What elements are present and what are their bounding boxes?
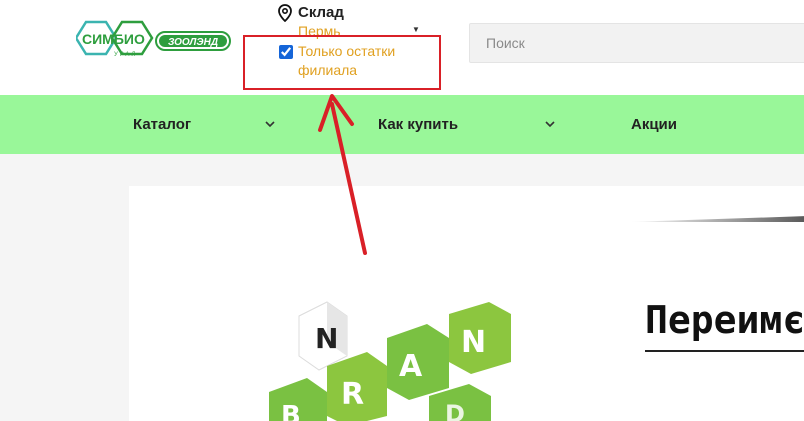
nav-item-how-to-buy[interactable]: Как купить (378, 95, 458, 154)
caret-down-icon[interactable]: ▼ (412, 25, 420, 34)
cube-letter: D (445, 400, 465, 421)
company-logo[interactable]: СИМБИО УРАЛ ЗООЛЭНД (76, 18, 232, 66)
main-nav: Каталог Как купить Акции (0, 95, 804, 154)
search-input[interactable] (469, 23, 804, 63)
cube-a: A (387, 324, 449, 400)
banner-title: Переимє (645, 298, 804, 342)
logo-partner-text: ЗООЛЭНД (168, 37, 218, 48)
logo-sub-text: УРАЛ (114, 52, 137, 58)
map-pin-icon (278, 4, 292, 22)
brand-cubes-image: N B R A N D (269, 301, 511, 421)
nav-item-catalog[interactable]: Каталог (133, 95, 191, 154)
cube-letter: R (341, 377, 364, 412)
cube-letter: N (461, 325, 486, 360)
logo-main-text: СИМБИО (82, 31, 145, 47)
cube-b: B (269, 378, 327, 421)
cube-letter: A (399, 349, 423, 384)
banner-title-underline (645, 350, 804, 352)
chevron-down-icon[interactable] (545, 119, 555, 129)
promo-banner[interactable]: N B R A N D Переимє (129, 186, 804, 421)
cube-n: N (449, 302, 511, 374)
cube-letter: B (281, 401, 301, 421)
warehouse-label: Склад (298, 4, 344, 21)
nav-item-promotions[interactable]: Акции (631, 95, 677, 154)
site-header: СИМБИО УРАЛ ЗООЛЭНД Склад Пермь ▼ Только… (0, 0, 804, 95)
cube-r: R (327, 352, 387, 421)
chevron-down-icon[interactable] (265, 119, 275, 129)
banner-decorative-line (629, 216, 804, 222)
cube-n-top: N (298, 301, 348, 371)
cube-letter: N (315, 322, 338, 355)
annotation-highlight-box (243, 35, 441, 90)
